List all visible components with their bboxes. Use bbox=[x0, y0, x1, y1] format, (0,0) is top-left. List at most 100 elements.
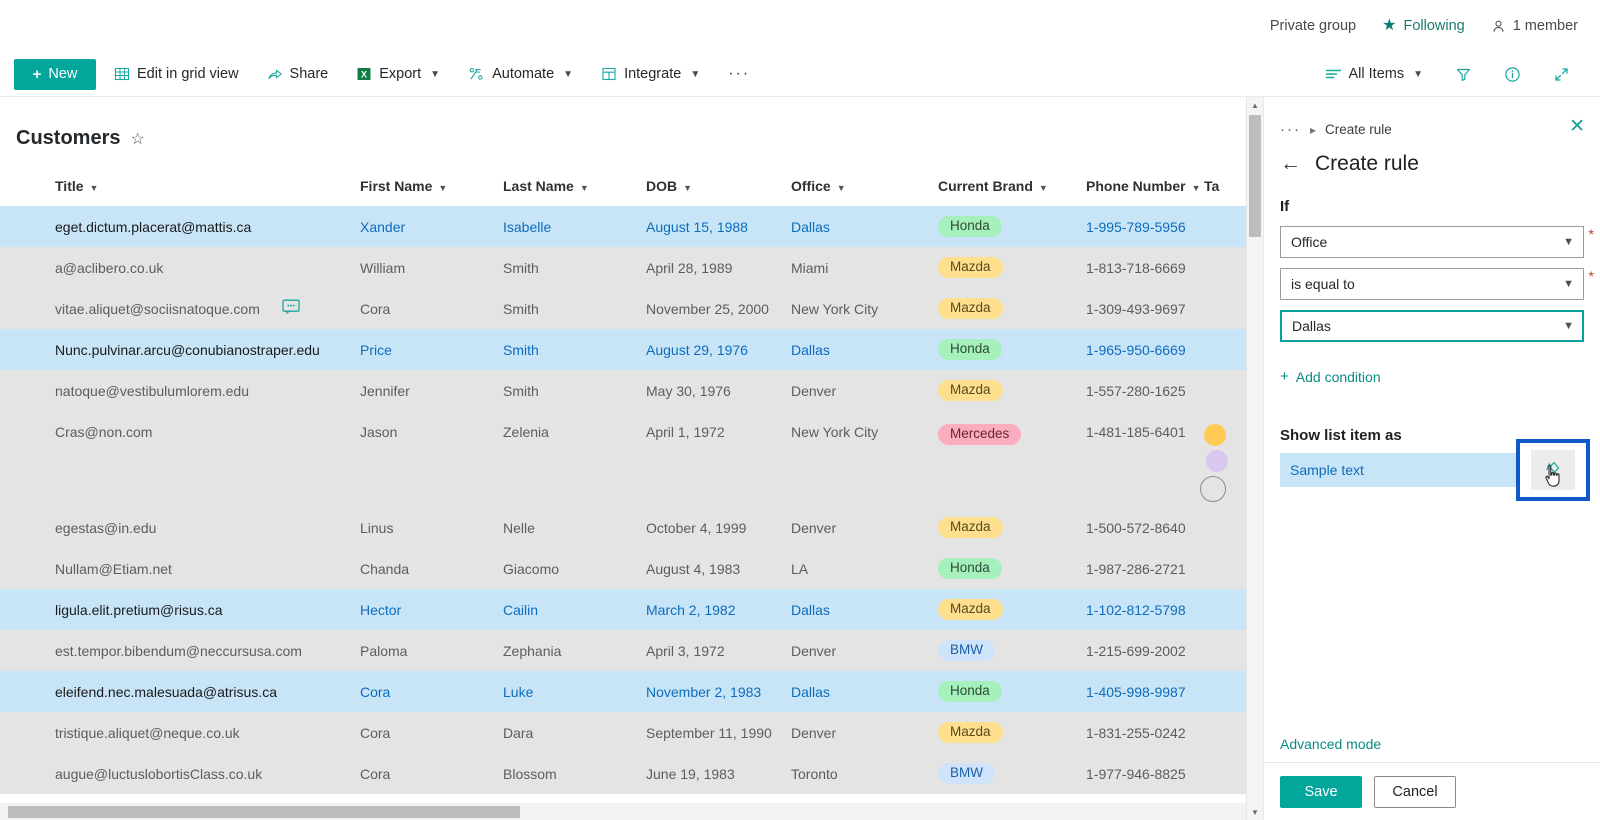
cell-phone-number: 1-102-812-5798 bbox=[1076, 589, 1194, 630]
integrate-button[interactable]: Integrate ▼ bbox=[591, 59, 710, 90]
cell-title[interactable]: Nullam@Etiam.net bbox=[0, 548, 350, 589]
brand-pill: BMW bbox=[938, 640, 995, 661]
cell-title[interactable]: Cras@non.com bbox=[0, 411, 350, 507]
column-header-label: DOB bbox=[646, 178, 678, 194]
table-row[interactable]: augue@luctuslobortisClass.co.uk Cora Bloss… bbox=[0, 753, 1246, 794]
cell-office: Denver bbox=[781, 712, 928, 753]
cell-title[interactable]: est.tempor.bibendum@neccursusa.com bbox=[0, 630, 350, 671]
table-row[interactable]: eleifend.nec.malesuada@atrisus.ca Cora Luk… bbox=[0, 671, 1246, 712]
panel-vertical-scrollbar[interactable]: ▲ ▼ bbox=[1246, 97, 1263, 820]
column-header-label: Office bbox=[791, 178, 831, 194]
chevron-down-icon: ▼ bbox=[1563, 320, 1574, 332]
cell-phone-number: 1-965-950-6669 bbox=[1076, 329, 1194, 370]
tag-ring-icon bbox=[1200, 476, 1226, 502]
edit-in-grid-view-button[interactable]: Edit in grid view bbox=[104, 59, 249, 90]
column-header-office[interactable]: Office ▼ bbox=[781, 172, 928, 206]
cell-current-brand: BMW bbox=[928, 753, 1076, 794]
cell-tags bbox=[1194, 206, 1246, 247]
share-label: Share bbox=[289, 66, 329, 82]
condition-operator-dropdown[interactable]: is equal to ▼ bbox=[1280, 268, 1584, 300]
share-button[interactable]: Share bbox=[257, 59, 339, 90]
cell-title[interactable]: tristique.aliquet@neque.co.uk bbox=[0, 712, 350, 753]
automate-button[interactable]: Automate ▼ bbox=[458, 59, 583, 90]
close-icon[interactable]: ✕ bbox=[1569, 117, 1585, 136]
following-label: Following bbox=[1403, 18, 1465, 34]
table-row[interactable]: natoque@vestibulumlorem.edu Jennifer Smith… bbox=[0, 370, 1246, 411]
scroll-up-arrow-icon[interactable]: ▲ bbox=[1247, 97, 1263, 113]
cell-title[interactable]: Nunc.pulvinar.arcu@conubianostraper.edu bbox=[0, 329, 350, 370]
chevron-down-icon: ▼ bbox=[563, 68, 574, 80]
cell-dob: June 19, 1983 bbox=[636, 753, 781, 794]
add-condition-button[interactable]: + Add condition bbox=[1280, 368, 1381, 385]
column-header-title[interactable]: Title ▼ bbox=[0, 172, 350, 206]
cell-title[interactable]: eget.dictum.placerat@mattis.ca bbox=[0, 206, 350, 247]
condition-value-dropdown[interactable]: Dallas ▼ bbox=[1280, 310, 1584, 342]
cell-title[interactable]: a@aclibero.co.uk bbox=[0, 247, 350, 288]
column-header-phone-number[interactable]: Phone Number ▼ bbox=[1076, 172, 1201, 206]
table-row[interactable]: Cras@non.com Jason Zelenia April 1, 1972 New… bbox=[0, 411, 1246, 507]
privacy-text: Private group bbox=[1269, 18, 1357, 34]
scroll-down-arrow-icon[interactable]: ▼ bbox=[1247, 804, 1263, 820]
ellipsis-icon: ··· bbox=[728, 65, 751, 82]
tag-dot-amber bbox=[1204, 424, 1226, 446]
table-row[interactable]: a@aclibero.co.uk William Smith April 28, 19… bbox=[0, 247, 1246, 288]
column-header-current-brand[interactable]: Current Brand ▼ bbox=[928, 172, 1076, 206]
horizontal-scrollbar-thumb[interactable] bbox=[8, 806, 520, 818]
table-row[interactable]: tristique.aliquet@neque.co.uk Cora Dara Sep… bbox=[0, 712, 1246, 753]
table-row[interactable]: Nunc.pulvinar.arcu@conubianostraper.edu P… bbox=[0, 329, 1246, 370]
column-header-dob[interactable]: DOB ▼ bbox=[636, 172, 781, 206]
breadcrumb-overflow-icon[interactable]: ··· bbox=[1280, 121, 1301, 138]
new-button[interactable]: + New bbox=[14, 58, 96, 90]
cell-title[interactable]: ligula.elit.pretium@risus.ca bbox=[0, 589, 350, 630]
members-button[interactable]: 1 member bbox=[1491, 18, 1578, 34]
advanced-mode-link[interactable]: Advanced mode bbox=[1280, 736, 1381, 752]
export-button[interactable]: X Export ▼ bbox=[346, 59, 450, 90]
cell-title[interactable]: augue@luctuslobortisClass.co.uk bbox=[0, 753, 350, 794]
comment-bubble-icon[interactable] bbox=[282, 299, 300, 318]
column-header-label: Phone Number bbox=[1086, 178, 1186, 194]
cancel-button[interactable]: Cancel bbox=[1374, 775, 1456, 808]
table-row[interactable]: ligula.elit.pretium@risus.ca Hector Cailin… bbox=[0, 589, 1246, 630]
following-button[interactable]: ★ Following bbox=[1382, 18, 1465, 35]
filter-button[interactable] bbox=[1445, 59, 1482, 90]
page-title-row: Customers ☆ bbox=[0, 97, 1246, 150]
condition-field-value: Office bbox=[1291, 234, 1328, 250]
view-selector[interactable]: All Items ▼ bbox=[1315, 59, 1434, 90]
table-row[interactable]: est.tempor.bibendum@neccursusa.com Paloma… bbox=[0, 630, 1246, 671]
panel-body: If Office ▼ * is equal to ▼ * Dallas ▼ +… bbox=[1264, 176, 1600, 501]
command-bar: + New Edit in grid view Share X Export ▼ bbox=[0, 52, 1600, 97]
cell-title[interactable]: egestas@in.edu bbox=[0, 507, 350, 548]
table-row[interactable]: vitae.aliquet@sociisnatoque.com Cora Smith… bbox=[0, 288, 1246, 329]
panel-scrollbar-thumb[interactable] bbox=[1249, 115, 1261, 237]
table-row[interactable]: egestas@in.edu Linus Nelle October 4, 1999 D… bbox=[0, 507, 1246, 548]
cell-last-name: Smith bbox=[493, 288, 636, 329]
column-header-tags[interactable]: Ta bbox=[1194, 172, 1246, 206]
cell-title-text: Nunc.pulvinar.arcu@conubianostraper.edu bbox=[55, 341, 320, 358]
column-header-last-name[interactable]: Last Name ▼ bbox=[493, 172, 636, 206]
save-button[interactable]: Save bbox=[1280, 775, 1362, 808]
cell-office: New York City bbox=[781, 411, 928, 507]
column-header-label: Ta bbox=[1204, 178, 1220, 194]
condition-field-dropdown[interactable]: Office ▼ bbox=[1280, 226, 1584, 258]
back-arrow-icon[interactable]: ← bbox=[1280, 152, 1301, 176]
expand-button[interactable] bbox=[1543, 59, 1580, 90]
cell-first-name: Hector bbox=[350, 589, 493, 630]
cell-dob: April 3, 1972 bbox=[636, 630, 781, 671]
title-cell-content: Nunc.pulvinar.arcu@conubianostraper.edu bbox=[55, 342, 350, 358]
table-row[interactable]: Nullam@Etiam.net Chanda Giacomo August 4, 1… bbox=[0, 548, 1246, 589]
more-commands-button[interactable]: ··· bbox=[718, 59, 760, 90]
table-row[interactable]: eget.dictum.placerat@mattis.ca Xander Isab… bbox=[0, 206, 1246, 247]
horizontal-scrollbar[interactable] bbox=[0, 803, 1246, 820]
column-header-first-name[interactable]: First Name ▼ bbox=[350, 172, 493, 206]
cell-title[interactable]: vitae.aliquet@sociisnatoque.com bbox=[0, 288, 350, 329]
format-style-button[interactable]: A bbox=[1516, 439, 1590, 501]
info-button[interactable] bbox=[1494, 59, 1531, 90]
text-style-icon: A bbox=[1542, 459, 1564, 481]
cell-title-text: tristique.aliquet@neque.co.uk bbox=[55, 724, 240, 741]
cell-dob: March 2, 1982 bbox=[636, 589, 781, 630]
cell-current-brand: Mercedes bbox=[928, 411, 1076, 507]
favorite-star-icon[interactable]: ☆ bbox=[130, 129, 144, 149]
cell-title[interactable]: eleifend.nec.malesuada@atrisus.ca bbox=[0, 671, 350, 712]
cell-title[interactable]: natoque@vestibulumlorem.edu bbox=[0, 370, 350, 411]
cell-first-name: Jason bbox=[350, 411, 493, 507]
